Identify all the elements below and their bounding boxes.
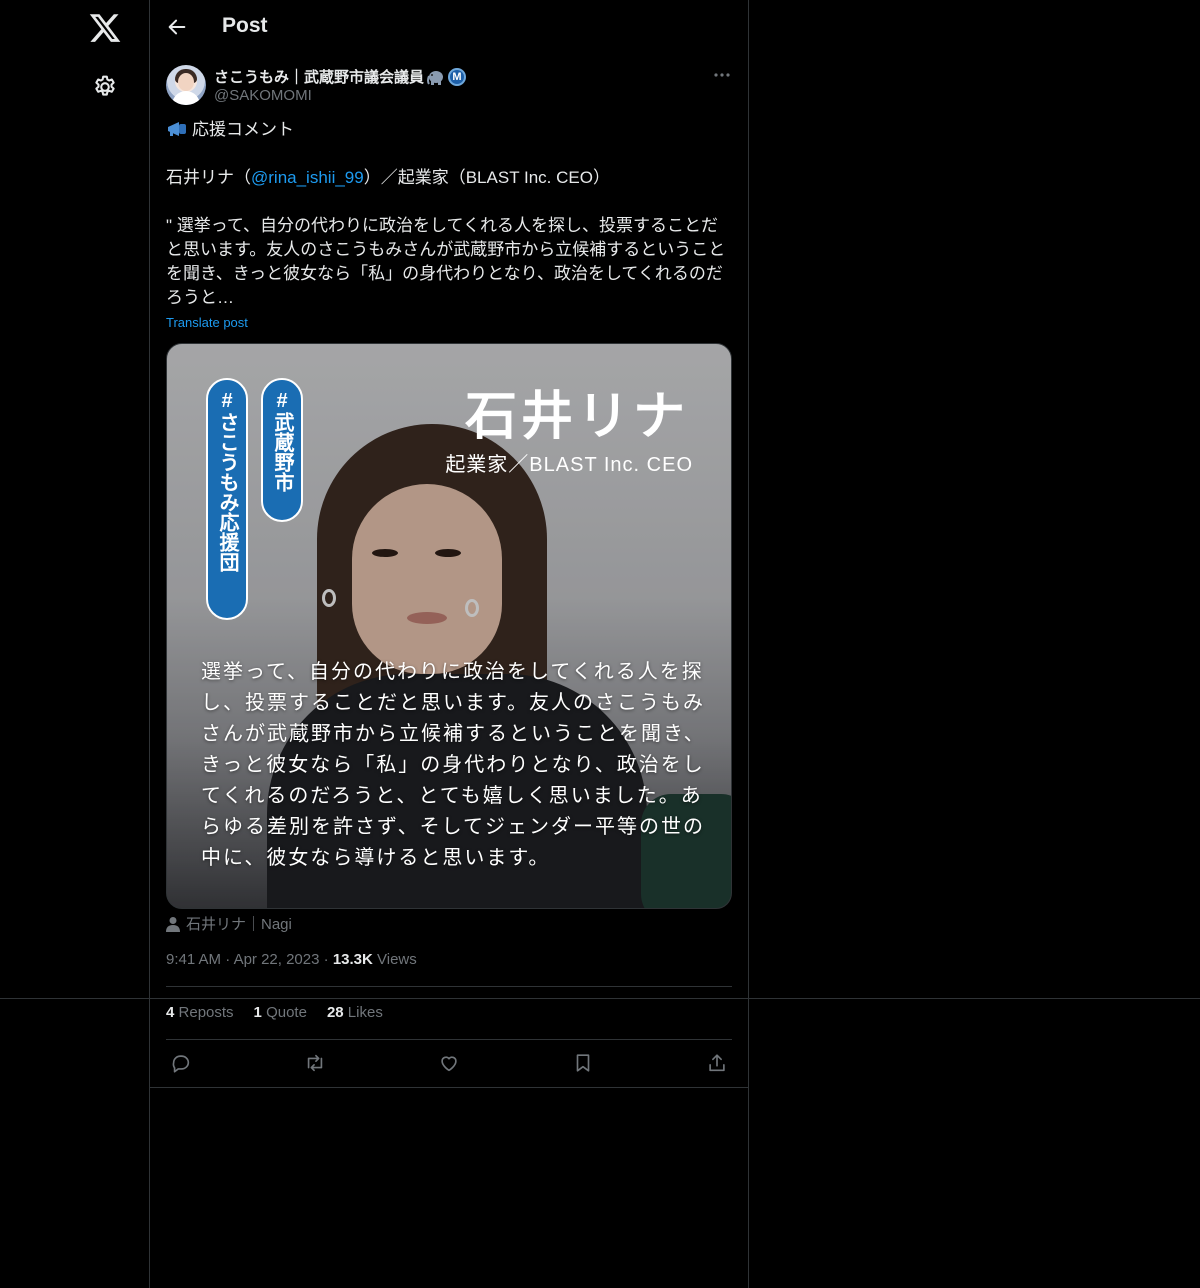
- image-name: 石井リナ: [464, 388, 689, 446]
- top-bar: Post: [150, 0, 749, 54]
- bookmark-icon: [576, 1054, 590, 1072]
- share-icon: [709, 1054, 725, 1072]
- post-text: 応援コメント 石井リナ（@rina_ishii_99）／起業家（BLAST In…: [166, 118, 732, 310]
- reposts-stat[interactable]: 4 Reposts: [166, 1004, 234, 1021]
- views-label: Views: [377, 951, 417, 968]
- action-bar: [166, 1050, 732, 1076]
- megaphone-icon: [168, 122, 186, 136]
- likes-stat[interactable]: 28 Likes: [327, 1004, 383, 1021]
- tagged-users[interactable]: 石井リナ｜Nagi: [166, 913, 292, 934]
- divider: [150, 1087, 749, 1088]
- horizontal-rule: [0, 998, 1200, 999]
- x-logo-icon[interactable]: [88, 11, 122, 45]
- share-button[interactable]: [704, 1050, 730, 1076]
- tagged-users-label: 石井リナ｜Nagi: [186, 916, 292, 933]
- author-handle[interactable]: @SAKOMOMI: [214, 87, 312, 104]
- mention-link[interactable]: @rina_ishii_99: [251, 168, 364, 187]
- repost-button[interactable]: [302, 1050, 328, 1076]
- post-body: " 選挙って、自分の代わりに政治をしてくれる人を探し、投票することだと思います。…: [166, 216, 726, 307]
- post-time[interactable]: 9:41 AM: [166, 951, 221, 968]
- bookmark-button[interactable]: [570, 1050, 596, 1076]
- post-image[interactable]: #さこうもみ応援団 #武蔵野市 石井リナ 起業家／BLAST Inc. CEO …: [166, 343, 732, 909]
- avatar[interactable]: [166, 65, 206, 105]
- post-column: Post さこうもみ｜武蔵野市議会議員 M @SAKOMOMI 応援コメント 石…: [150, 0, 749, 1288]
- like-button[interactable]: [436, 1050, 462, 1076]
- post-line-1: 応援コメント: [192, 120, 294, 139]
- elephant-icon: [427, 70, 444, 85]
- hashtag-pill-support: #さこうもみ応援団: [206, 378, 248, 620]
- reply-button[interactable]: [168, 1050, 194, 1076]
- person-icon: [166, 916, 180, 932]
- left-nav-rail: [0, 0, 150, 1288]
- hashtag-pill-musashino: #武蔵野市: [261, 378, 303, 522]
- author-name[interactable]: さこうもみ｜武蔵野市議会議員: [214, 66, 424, 87]
- heart-icon: [441, 1056, 457, 1072]
- divider: [166, 986, 732, 987]
- image-role: 起業家／BLAST Inc. CEO: [445, 454, 693, 476]
- post-line-2-prefix: 石井リナ（: [166, 168, 251, 187]
- m-badge-icon: M: [448, 67, 467, 86]
- author-name-row[interactable]: さこうもみ｜武蔵野市議会議員 M: [214, 66, 467, 87]
- post-line-2-suffix: ）／起業家（BLAST Inc. CEO）: [363, 168, 610, 187]
- arrow-left-icon[interactable]: [166, 16, 188, 38]
- post-meta: 9:41 AM · Apr 22, 2023 · 13.3K Views: [166, 951, 417, 968]
- image-quote: 選挙って、自分の代わりに政治をしてくれる人を探し、投票することだと思います。友人…: [201, 661, 706, 869]
- translate-post-link[interactable]: Translate post: [166, 315, 248, 330]
- post-date[interactable]: Apr 22, 2023: [234, 951, 320, 968]
- reply-icon: [172, 1055, 190, 1073]
- page-title: Post: [222, 14, 268, 37]
- gear-icon[interactable]: [92, 74, 118, 100]
- divider: [166, 1039, 732, 1040]
- more-options-icon[interactable]: [712, 66, 732, 84]
- engagement-stats: 4 Reposts 1 Quote 28 Likes: [166, 1004, 383, 1021]
- views-count: 13.3K: [332, 951, 373, 968]
- repost-icon: [307, 1054, 323, 1072]
- quotes-stat[interactable]: 1 Quote: [254, 1004, 307, 1021]
